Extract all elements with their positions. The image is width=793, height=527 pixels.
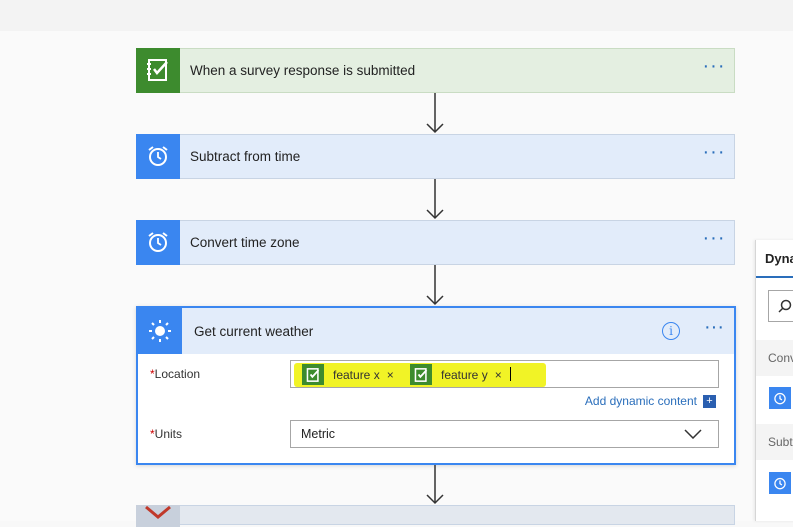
section-header[interactable]: Conv [756, 340, 793, 376]
more-options-button[interactable]: ··· [694, 316, 734, 347]
token-label: feature y [441, 367, 488, 382]
alarm-clock-icon[interactable] [769, 387, 791, 409]
step-title: Subtract from time [190, 149, 301, 164]
panel-title: Dyna [765, 251, 793, 266]
arrow-down-icon [426, 93, 444, 134]
dynamic-token-feature-x[interactable]: feature x × [302, 364, 394, 385]
top-band [0, 0, 793, 31]
arrow-down-icon [426, 465, 444, 505]
remove-token-icon[interactable]: × [387, 368, 394, 382]
more-options-button[interactable]: ··· [694, 55, 734, 86]
units-label: *Units [150, 427, 183, 441]
survey-icon [302, 364, 324, 385]
step-convert-time-zone[interactable]: Convert time zone ··· [136, 219, 735, 265]
survey-icon [136, 47, 180, 93]
step-title: When a survey response is submitted [190, 63, 416, 78]
location-label: *Location [150, 367, 201, 381]
step-title: Convert time zone [190, 235, 300, 250]
sun-icon [138, 308, 182, 354]
more-options-button[interactable]: ··· [694, 141, 734, 172]
dynamic-token-feature-y[interactable]: feature y × [410, 364, 502, 385]
section-header[interactable]: Subt [756, 424, 793, 460]
survey-icon [410, 364, 432, 385]
units-dropdown[interactable]: Metric [290, 420, 719, 448]
arrow-down-icon [426, 265, 444, 306]
step-get-current-weather[interactable]: Get current weather i ··· *Location feat… [136, 306, 736, 465]
location-input[interactable]: feature x × feature y × [290, 360, 719, 388]
step-next-action[interactable] [136, 505, 735, 527]
more-options-button[interactable]: ··· [694, 227, 734, 258]
alarm-clock-icon[interactable] [769, 472, 791, 494]
step-subtract-from-time[interactable]: Subtract from time ··· [136, 133, 735, 179]
mail-icon [136, 505, 180, 527]
token-label: feature x [333, 367, 380, 382]
arrow-down-icon [426, 179, 444, 220]
dynamic-content-search-input[interactable] [768, 290, 793, 322]
card-header[interactable]: Get current weather i ··· [138, 308, 734, 354]
card-title: Get current weather [194, 323, 314, 339]
units-selected-value: Metric [301, 427, 336, 441]
plus-icon: + [703, 394, 716, 408]
info-icon[interactable]: i [662, 322, 680, 340]
step-survey-trigger[interactable]: When a survey response is submitted ··· [136, 47, 735, 93]
alarm-clock-icon [136, 133, 180, 179]
alarm-clock-icon [136, 219, 180, 265]
chevron-down-icon [684, 429, 702, 439]
search-icon [778, 299, 792, 313]
remove-token-icon[interactable]: × [495, 368, 502, 382]
tab-underline [756, 276, 793, 278]
text-caret [510, 367, 511, 381]
dynamic-content-panel: Dyna Conv Subt [755, 240, 793, 521]
add-dynamic-content-link[interactable]: Add dynamic content + [585, 394, 716, 408]
